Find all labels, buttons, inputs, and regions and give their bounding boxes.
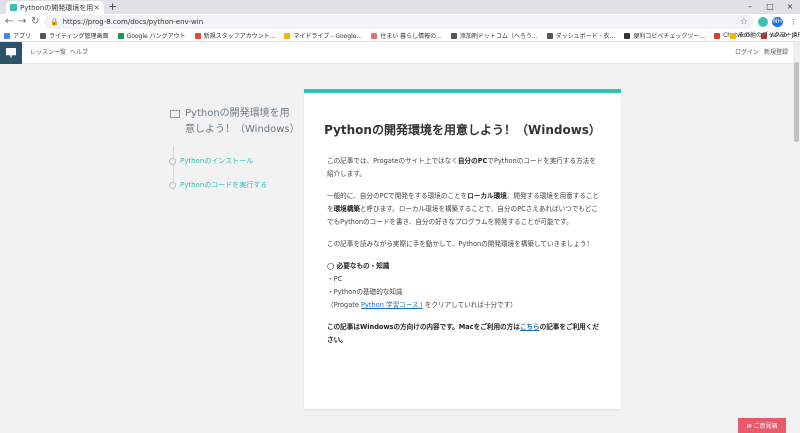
progate-logo-icon [6,47,16,59]
nav-help-link[interactable]: ヘルプ [70,42,88,64]
close-window-button[interactable]: × [780,0,800,14]
bookmark-item[interactable]: 新規スタッフアカウント... [194,31,275,40]
bookmark-item[interactable]: ダッシュボード · 衣… [546,31,615,40]
bookmark-other[interactable]: その他のブックマーク [729,30,798,41]
reload-icon[interactable]: ↻ [31,15,39,29]
bookmark-favicon-icon [284,32,291,39]
toc-dot-icon [169,157,176,165]
profile-avatar[interactable]: NH [772,17,783,27]
toc-item-run-code[interactable]: Pythonのコードを実行する [169,180,267,190]
bookmark-item[interactable]: マイドライブ - Google... [284,31,362,40]
bookmark-item[interactable]: アプリ [4,31,31,40]
bookmark-favicon-icon [624,32,631,39]
bookmark-favicon-icon [4,32,10,39]
maximize-button[interactable]: □ [760,0,780,14]
lets-build-paragraph: この記事を読みながら実際に手を動かして、Pythonの開発環境を構築していきまし… [327,240,594,248]
back-icon[interactable]: ← [5,15,13,29]
lock-icon: 🔒 [50,18,59,26]
bookmark-favicon-icon [194,32,201,39]
signup-link[interactable]: 新規登録 [764,42,788,64]
bookmark-item[interactable]: ライティング管理画面 [40,31,109,40]
bookmarks-bar: アプリ ライティング管理画面 Google ハングアウト 新規スタッフアカウント...… [0,30,800,42]
bookmark-favicon-icon [546,32,553,39]
bookmark-favicon-icon [714,32,721,39]
forward-icon[interactable]: → [18,15,26,29]
mac-article-link[interactable]: こちら [520,323,540,331]
tab-close-icon[interactable]: × [93,3,100,12]
toc-dot-icon [169,181,176,189]
scrollbar-thumb[interactable] [794,62,799,142]
article-title: Pythonの開発環境を用意しよう！（Windows） [324,123,601,137]
site-header: レッスン一覧 ヘルプ ログイン 新規登録 [0,42,793,64]
address-url[interactable]: https://prog-8.com/docs/python-env-win [63,18,203,26]
address-bar[interactable]: 🔒 https://prog-8.com/docs/python-env-win… [44,15,754,29]
requirements-section: ◯ 必要なもの・知識 ・PC ・Pythonの基礎的な知識 （Progate P… [327,260,602,312]
extension-icon[interactable] [758,17,768,27]
new-tab-button[interactable]: + [108,1,117,13]
requirement-item: ・PC [327,275,343,283]
vertical-scrollbar[interactable] [793,42,800,433]
toc-item-install[interactable]: Pythonのインストール [169,156,253,166]
browser-tab-bar: Pythonの開発環境を用意しよう！ × + – □ × [0,0,800,14]
requirements-heading: ◯ 必要なもの・知識 [327,262,390,270]
requirement-item: ・Pythonの基礎的な知識 [327,288,403,296]
login-link[interactable]: ログイン [735,42,759,64]
bookmark-item[interactable]: 住まい 暮らし情報の... [371,31,442,40]
progate-logo[interactable] [0,42,22,64]
nav-lessons-link[interactable]: レッスン一覧 [30,42,66,64]
minimize-button[interactable]: – [740,0,760,14]
tab-title: Pythonの開発環境を用意しよう！ [20,3,94,12]
bookmark-item[interactable]: 便利コピペチェックツー... [624,31,705,40]
mac-note: この記事はWindowsの方向けの内容です。Macをご利用の方はこちらの記事をご… [327,323,599,344]
browser-tab[interactable]: Pythonの開発環境を用意しよう！ × [6,1,104,14]
bookmark-favicon-icon [117,32,124,39]
local-env-paragraph: 一般的に、自分のPCで開発をする環境のことをローカル環境、開発する環境を用意する… [327,192,600,226]
toc-title: Pythonの開発環境を用意しよう！（Windows） [170,106,300,138]
browser-toolbar: ← → ↻ 🔒 https://prog-8.com/docs/python-e… [0,14,800,30]
article-card: Pythonの開発環境を用意しよう！（Windows） この記事では、Proga… [304,89,621,409]
bookmark-item[interactable]: Google ハングアウト [117,31,186,40]
bookmark-item[interactable]: 添加剤ドットコム（ヘろう... [450,31,538,40]
feedback-button[interactable]: ✉ ご意見箱 [738,418,786,433]
bookmark-star-icon[interactable]: ☆ [740,17,748,27]
bookmark-favicon-icon [40,32,47,39]
intro-paragraph: この記事では、Progateのサイト上ではなく自分のPCでPythonのコードを… [327,157,596,178]
book-icon [170,110,180,118]
bookmark-favicon-icon [450,32,457,39]
folder-icon [729,33,736,39]
menu-kebab-icon[interactable]: ⋮ [790,17,797,27]
bookmark-favicon-icon [371,32,378,39]
article-body: この記事では、Progateのサイト上ではなく自分のPCでPythonのコードを… [327,155,602,356]
python-course-link[interactable]: Python 学習コース Ⅰ [361,301,423,309]
requirement-note: （Progate Python 学習コース Ⅰ をクリアしていれば十分です） [327,301,517,309]
progate-favicon-icon [10,4,17,11]
